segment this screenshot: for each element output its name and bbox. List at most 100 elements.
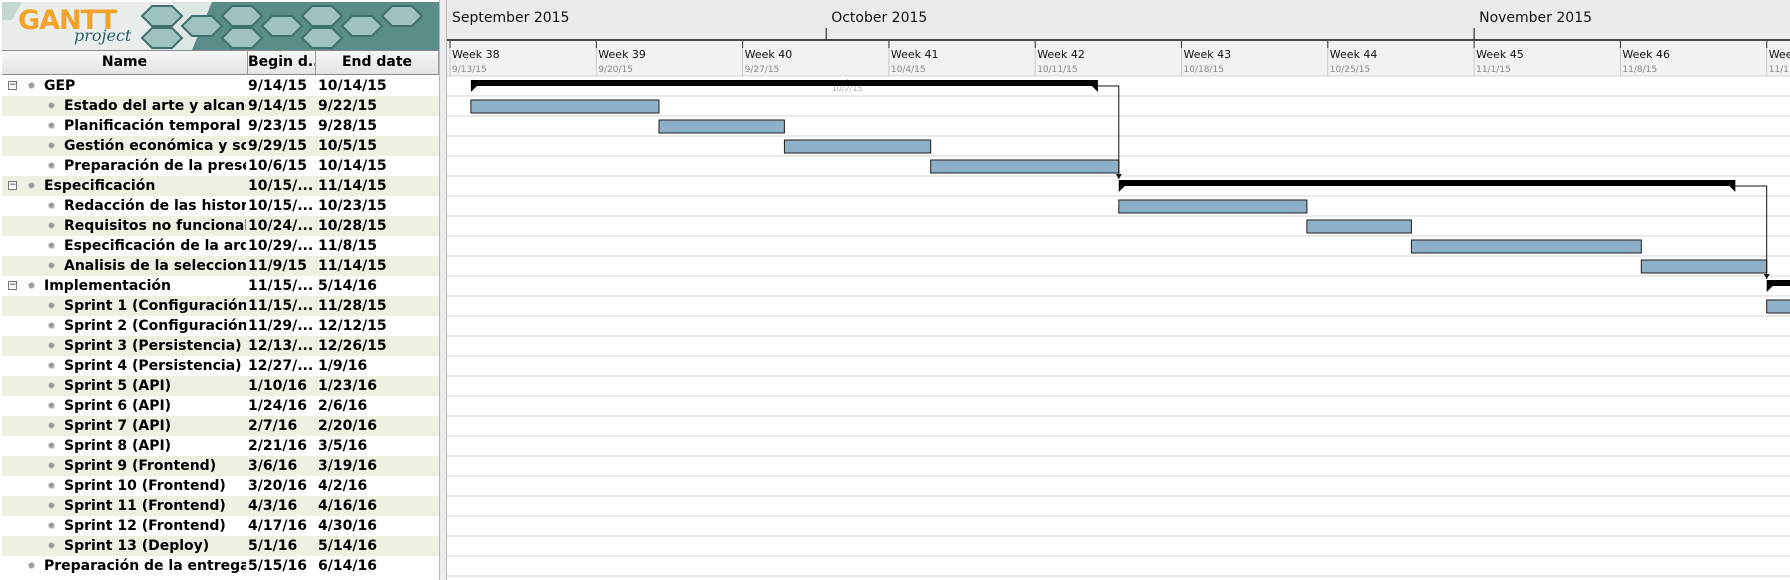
task-row[interactable]: Sprint 10 (Frontend) 3/20/16 4/2/16 xyxy=(2,476,439,496)
task-row[interactable]: − Implementación 11/15/... 5/14/16 xyxy=(2,276,439,296)
task-name: Sprint 1 (Configuración ... xyxy=(64,298,246,314)
task-begin-date: 4/3/16 xyxy=(248,498,298,514)
task-bullet-icon xyxy=(48,322,55,329)
collapse-toggle-icon[interactable]: − xyxy=(8,281,17,290)
task-begin-date: 11/9/15 xyxy=(248,258,307,274)
column-header-begin-date[interactable]: Begin d... xyxy=(248,51,316,74)
task-begin-date: 4/17/16 xyxy=(248,518,307,534)
task-row[interactable]: Gestión económica y sos...9/29/15 10/5/15 xyxy=(2,136,439,156)
task-bullet-icon xyxy=(48,142,55,149)
week-date-label: 10/4/15 xyxy=(891,65,926,75)
task-name: Implementación xyxy=(44,278,171,294)
task-row[interactable]: Sprint 12 (Frontend) 4/17/16 4/30/16 xyxy=(2,516,439,536)
week-label: Wee xyxy=(1769,48,1790,61)
panel-splitter[interactable] xyxy=(439,0,447,580)
task-row[interactable]: Sprint 6 (API) 1/24/16 2/6/16 xyxy=(2,396,439,416)
task-row[interactable]: Sprint 13 (Deploy) 5/1/16 5/14/16 xyxy=(2,536,439,556)
task-begin-date: 10/6/15 xyxy=(248,158,307,174)
task-row[interactable]: − Especificación 10/15/... 11/14/15 xyxy=(2,176,439,196)
summary-bar-left-cap xyxy=(470,85,478,92)
task-row[interactable]: Sprint 2 (Configuración ...11/29/...12/1… xyxy=(2,316,439,336)
task-end-date: 4/2/16 xyxy=(318,478,368,494)
task-name: Sprint 6 (API) xyxy=(64,398,172,414)
task-row[interactable]: Planificación temporal 9/23/15 9/28/15 xyxy=(2,116,439,136)
task-row[interactable]: Especificación de la arqu...10/29/...11/… xyxy=(2,236,439,256)
task-name: Sprint 3 (Persistencia) xyxy=(64,338,242,354)
task-bar[interactable] xyxy=(783,139,932,154)
task-row[interactable]: Sprint 9 (Frontend) 3/6/16 3/19/16 xyxy=(2,456,439,476)
task-bullet-icon xyxy=(48,102,55,109)
task-name: Planificación temporal xyxy=(64,118,241,134)
task-row[interactable]: Redacción de las historia...10/15/...10/… xyxy=(2,196,439,216)
task-name: Analisis de la seleccion d... xyxy=(64,258,246,274)
task-bullet-icon xyxy=(48,522,55,529)
task-row[interactable]: Preparación de la presen...10/6/15 10/14/… xyxy=(2,156,439,176)
task-name: Sprint 2 (Configuración ... xyxy=(64,318,246,334)
task-row[interactable]: Sprint 3 (Persistencia) 12/13/... 12/26/15 xyxy=(2,336,439,356)
task-name: Sprint 8 (API) xyxy=(64,438,172,454)
task-bar[interactable] xyxy=(1640,259,1768,274)
task-bullet-icon xyxy=(48,422,55,429)
summary-bar[interactable] xyxy=(470,80,1098,86)
task-end-date: 10/23/15 xyxy=(318,198,387,214)
task-row[interactable]: Sprint 1 (Configuración ...11/15/...11/2… xyxy=(2,296,439,316)
task-name: Sprint 12 (Frontend) xyxy=(64,518,226,534)
task-bullet-icon xyxy=(48,482,55,489)
task-end-date: 11/8/15 xyxy=(318,238,377,254)
column-header-end-date[interactable]: End date xyxy=(316,51,439,74)
task-begin-date: 1/24/16 xyxy=(248,398,307,414)
task-row[interactable]: Sprint 4 (Persistencia) 12/27/... 1/9/16 xyxy=(2,356,439,376)
task-name: Sprint 13 (Deploy) xyxy=(64,538,210,554)
task-bullet-icon xyxy=(28,562,35,569)
task-bullet-icon xyxy=(48,162,55,169)
task-row[interactable]: Sprint 5 (API) 1/10/16 1/23/16 xyxy=(2,376,439,396)
summary-bar-left-cap xyxy=(1766,285,1774,292)
task-begin-date: 9/14/15 xyxy=(248,78,307,94)
task-name: Preparación de la entrega fi... xyxy=(44,558,246,574)
task-bar[interactable] xyxy=(930,159,1120,174)
task-bar[interactable] xyxy=(1118,199,1308,214)
task-begin-date: 11/29/... xyxy=(248,318,314,334)
task-row[interactable]: Sprint 11 (Frontend) 4/3/16 4/16/16 xyxy=(2,496,439,516)
week-date-label: 10/18/15 xyxy=(1184,65,1224,75)
task-end-date: 4/30/16 xyxy=(318,518,377,534)
task-bullet-icon xyxy=(48,362,55,369)
task-name: Sprint 4 (Persistencia) xyxy=(64,358,242,374)
task-end-date: 3/19/16 xyxy=(318,458,377,474)
gantt-chart-area[interactable]: September 2015 October 2015 November 2015 W… xyxy=(447,0,1790,580)
week-label: Week 41 xyxy=(891,48,939,61)
task-bar[interactable] xyxy=(1410,239,1642,254)
task-row[interactable]: Requisitos no funcionales10/24/...10/28/… xyxy=(2,216,439,236)
task-bullet-icon xyxy=(48,402,55,409)
summary-bar[interactable] xyxy=(1118,180,1736,186)
month-label: November 2015 xyxy=(1479,10,1592,26)
week-date-label: 9/13/15 xyxy=(452,65,487,75)
task-bar[interactable] xyxy=(1766,299,1790,314)
task-row[interactable]: Analisis de la seleccion d...11/9/15 11/1… xyxy=(2,256,439,276)
task-row[interactable]: − GEP 9/14/15 10/14/15 xyxy=(2,76,439,96)
task-bullet-icon xyxy=(28,282,35,289)
task-bullet-icon xyxy=(48,302,55,309)
task-bar[interactable] xyxy=(470,99,660,114)
task-bar[interactable] xyxy=(1306,219,1412,234)
task-row[interactable]: Sprint 7 (API) 2/7/16 2/20/16 xyxy=(2,416,439,436)
task-name: Preparación de la presen... xyxy=(64,158,246,174)
task-bullet-icon xyxy=(48,442,55,449)
task-row[interactable]: Preparación de la entrega fi...5/15/16 6/… xyxy=(2,556,439,576)
task-begin-date: 12/27/... xyxy=(248,358,314,374)
task-bullet-icon xyxy=(48,462,55,469)
collapse-toggle-icon[interactable]: − xyxy=(8,81,17,90)
task-row[interactable]: Estado del arte y alcance 9/14/15 9/22/15 xyxy=(2,96,439,116)
task-bar[interactable] xyxy=(658,119,785,134)
column-header-name[interactable]: Name xyxy=(2,51,248,74)
task-begin-date: 3/20/16 xyxy=(248,478,307,494)
week-date-label: 11/1 xyxy=(1769,65,1789,75)
task-row[interactable]: Sprint 8 (API) 2/21/16 3/5/16 xyxy=(2,436,439,456)
task-name: Especificación de la arqu... xyxy=(64,238,246,254)
task-end-date: 10/28/15 xyxy=(318,218,387,234)
task-name: Sprint 10 (Frontend) xyxy=(64,478,226,494)
task-end-date: 11/14/15 xyxy=(318,258,387,274)
summary-bar-right-cap xyxy=(1728,185,1736,192)
collapse-toggle-icon[interactable]: − xyxy=(8,181,17,190)
week-label: Week 39 xyxy=(598,48,646,61)
